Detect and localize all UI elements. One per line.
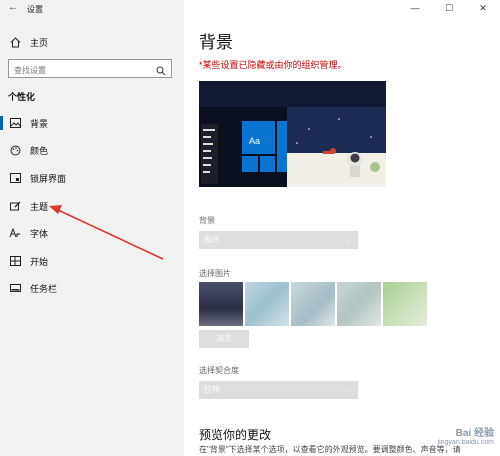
sidebar-item-home[interactable]: 主页 xyxy=(8,33,48,51)
search-box[interactable] xyxy=(8,59,172,81)
thumbnail-4[interactable] xyxy=(337,282,381,326)
sidebar-home-label: 主页 xyxy=(30,37,49,48)
picture-thumbnails xyxy=(199,282,427,326)
taskbar-icon xyxy=(8,283,22,293)
section-title: 个性化 xyxy=(8,92,36,102)
background-dropdown[interactable]: 图片 ⌵ xyxy=(199,231,358,249)
policy-warning: *某些设置已隐藏或由你的组织管理。 xyxy=(199,60,347,70)
fit-dropdown-value: 拉伸 xyxy=(204,385,220,394)
background-dropdown-value: 图片 xyxy=(204,235,220,244)
choose-picture-label: 选择图片 xyxy=(199,269,231,278)
font-icon xyxy=(8,228,22,238)
sidebar-item-label: 锁屏界面 xyxy=(30,173,67,184)
sidebar-item-label: 开始 xyxy=(30,256,49,267)
sidebar-item-label: 颜色 xyxy=(30,145,49,156)
preview-illustration xyxy=(199,81,386,187)
fit-dropdown[interactable]: 拉伸 ⌵ xyxy=(199,381,358,399)
sidebar-item-themes[interactable]: 主题 xyxy=(8,197,48,215)
sidebar-item-label: 任务栏 xyxy=(30,283,58,294)
watermark: Bai 经验 jingyan.baidu.com xyxy=(438,424,494,446)
minimize-button[interactable]: — xyxy=(398,0,432,16)
sidebar-item-label: 主题 xyxy=(30,201,49,212)
sidebar-item-background[interactable]: 背景 xyxy=(8,114,48,132)
palette-icon xyxy=(8,145,22,156)
preview-sample-text: Aa xyxy=(249,136,261,146)
thumbnail-1[interactable] xyxy=(199,282,243,326)
window-controls: — ☐ ✕ xyxy=(398,0,500,16)
sidebar-item-lock-screen[interactable]: 锁屏界面 xyxy=(8,169,66,187)
thumbnail-5[interactable] xyxy=(383,282,427,326)
thumbnail-2[interactable] xyxy=(245,282,289,326)
browse-button[interactable]: 浏览 xyxy=(199,330,249,348)
back-arrow-icon[interactable]: ← xyxy=(8,3,18,13)
sidebar-item-taskbar[interactable]: 任务栏 xyxy=(8,279,57,297)
start-icon xyxy=(8,256,22,266)
search-input[interactable] xyxy=(9,62,154,79)
sidebar-item-label: 字体 xyxy=(30,228,49,239)
fit-label: 选择契合度 xyxy=(199,366,239,375)
background-label: 背景 xyxy=(199,216,215,225)
sidebar: ← 设置 主页 个性化 背景 颜色 锁屏界面 主题 xyxy=(0,0,184,456)
theme-icon xyxy=(8,201,22,211)
thumbnail-3[interactable] xyxy=(291,282,335,326)
image-icon xyxy=(8,118,22,128)
preview-hint: 在"背景"下选择某个选项，以查看它的外观预览。要调整颜色、声音等，请 xyxy=(199,445,461,454)
main-panel: 背景 *某些设置已隐藏或由你的组织管理。 Aa 背景 图片 ⌵ 选择图片 浏览 … xyxy=(184,0,500,456)
chevron-down-icon: ⌵ xyxy=(345,385,352,394)
sidebar-item-colors[interactable]: 颜色 xyxy=(8,141,48,159)
lock-screen-icon xyxy=(8,173,22,183)
sidebar-item-fonts[interactable]: 字体 xyxy=(8,224,48,242)
chevron-down-icon: ⌵ xyxy=(345,235,352,244)
search-icon[interactable] xyxy=(156,63,166,81)
watermark-text: Bai 经验 xyxy=(455,428,494,439)
sidebar-item-label: 背景 xyxy=(30,118,49,129)
watermark-sub: jingyan.baidu.com xyxy=(437,439,494,446)
window-title: 设置 xyxy=(27,5,43,14)
desktop-preview: Aa xyxy=(199,81,386,187)
page-title: 背景 xyxy=(199,33,233,52)
maximize-button[interactable]: ☐ xyxy=(432,0,466,16)
close-button[interactable]: ✕ xyxy=(466,0,500,16)
preview-heading: 预览你的更改 xyxy=(199,428,272,442)
selected-indicator xyxy=(0,116,3,130)
home-icon xyxy=(8,36,22,48)
sidebar-item-start[interactable]: 开始 xyxy=(8,252,48,270)
